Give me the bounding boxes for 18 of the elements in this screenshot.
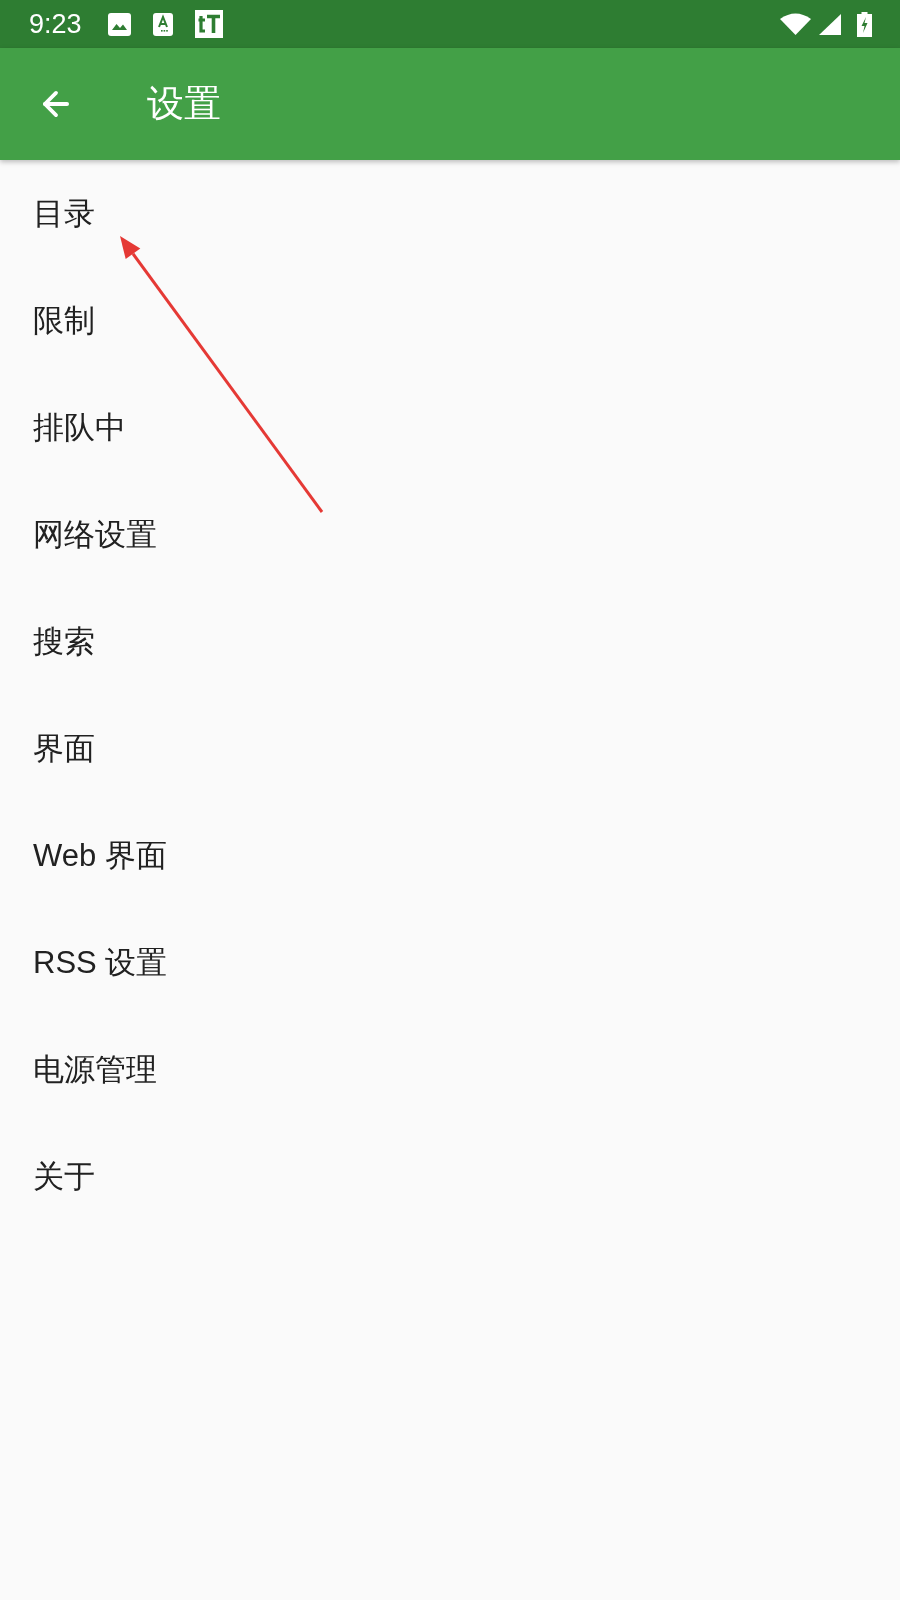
signal-icon [819, 13, 841, 35]
settings-item[interactable]: 电源管理 [0, 1016, 900, 1123]
app-bar-title: 设置 [147, 82, 221, 126]
settings-item[interactable]: 限制 [0, 267, 900, 374]
settings-item[interactable]: 关于 [0, 1123, 900, 1230]
settings-item[interactable]: 目录 [0, 160, 900, 267]
settings-item[interactable]: 排队中 [0, 374, 900, 481]
settings-item[interactable]: 搜索 [0, 588, 900, 695]
text-size-icon [194, 10, 223, 38]
status-time: 9:23 [29, 8, 82, 40]
settings-item[interactable]: Web 界面 [0, 802, 900, 909]
settings-item[interactable]: 界面 [0, 695, 900, 802]
font-icon [152, 12, 173, 36]
settings-item[interactable]: RSS 设置 [0, 909, 900, 1016]
image-icon [107, 12, 131, 36]
settings-item[interactable]: 网络设置 [0, 481, 900, 588]
wifi-icon [780, 13, 811, 35]
battery-charging-icon [857, 11, 872, 37]
